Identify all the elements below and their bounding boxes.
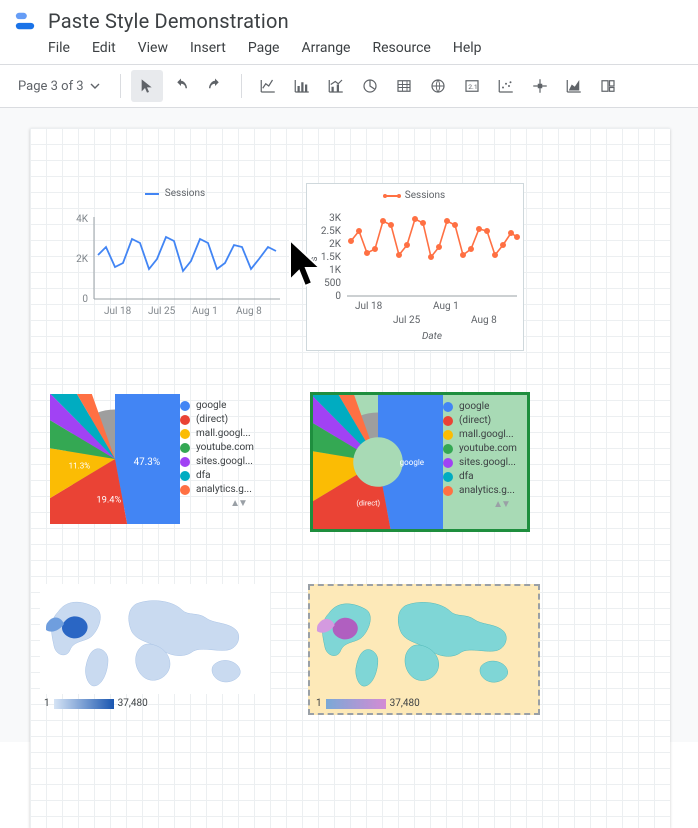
report-page[interactable]: Sessions 4K 2K 0 Jul 18 Jul 25 Aug 1 Aug… [30,128,670,828]
svg-text:2.1: 2.1 [468,83,477,91]
bullet-chart-icon[interactable] [524,70,556,102]
document-title[interactable]: Paste Style Demonstration [48,9,289,33]
canvas[interactable]: Sessions 4K 2K 0 Jul 18 Jul 25 Aug 1 Aug… [0,108,698,742]
bar-chart-icon[interactable] [286,70,318,102]
page-selector[interactable]: Page 3 of 3 [8,79,110,94]
svg-text:19.4%: 19.4% [96,494,121,505]
svg-text:11.3%: 11.3% [69,461,91,470]
svg-text:Jul 25: Jul 25 [148,306,176,317]
scatter-chart-icon[interactable] [490,70,522,102]
svg-text:2.5K: 2.5K [321,226,342,237]
scorecard-icon[interactable]: 2.1 [456,70,488,102]
svg-text:0: 0 [82,294,88,305]
menu-view[interactable]: View [138,40,168,56]
legend-pager[interactable]: ▲▼ [180,498,254,509]
svg-text:Jul 18: Jul 18 [355,301,383,312]
chart-pie-left[interactable]: 47.3% 19.4% 11.3% google (direct) mall.g… [50,394,280,534]
svg-text:google: google [400,458,424,467]
menu-page[interactable]: Page [248,40,280,56]
map-legend-gradient [326,699,386,709]
chart-sessions-line-right[interactable]: Sessions 3K 2.5K 2K 1.5K 1K 500 0 s [306,183,524,351]
svg-text:4K: 4K [76,214,89,225]
table-chart-icon[interactable] [388,70,420,102]
svg-text:2K: 2K [76,254,89,265]
menu-resource[interactable]: Resource [372,40,430,56]
treemap-icon[interactable] [592,70,624,102]
svg-text:47.3%: 47.3% [134,457,161,468]
map-legend-gradient [54,699,114,709]
svg-text:3K: 3K [329,213,342,224]
map-legend-min: 1 [44,698,50,709]
toolbar-separator [241,74,242,98]
menu-insert[interactable]: Insert [190,40,226,56]
svg-text:1.5K: 1.5K [321,252,342,263]
map-legend-max: 37,480 [118,698,148,709]
svg-text:500: 500 [324,278,341,289]
select-tool-icon[interactable] [131,70,163,102]
undo-icon[interactable] [165,70,197,102]
legend-pager[interactable]: ▲▼ [443,499,517,510]
svg-text:0: 0 [335,291,341,302]
redo-icon[interactable] [199,70,231,102]
pie-legend: google (direct) mall.googl... youtube.co… [443,395,517,529]
chart-pie-right[interactable]: google (direct) google (direct) mall.goo… [310,392,530,532]
map-legend-max: 37,480 [390,698,420,709]
menu-help[interactable]: Help [453,40,482,56]
chart-geomap-left[interactable]: 1 37,480 [40,584,270,709]
geo-chart-icon[interactable] [422,70,454,102]
svg-text:Aug 8: Aug 8 [236,306,262,317]
legend-label: Sessions [165,188,205,199]
menu-file[interactable]: File [48,40,70,56]
map-legend-min: 1 [316,698,322,709]
combo-chart-icon[interactable] [320,70,352,102]
chart-sessions-line-left[interactable]: Sessions 4K 2K 0 Jul 18 Jul 25 Aug 1 Aug… [70,188,280,328]
svg-text:Aug 1: Aug 1 [192,306,218,317]
menu-arrange[interactable]: Arrange [302,40,351,56]
pie-chart-icon[interactable] [354,70,386,102]
svg-text:Jul 25: Jul 25 [393,315,421,326]
svg-text:Date: Date [422,331,442,342]
chart-geomap-right[interactable]: 1 37,480 [308,584,540,715]
toolbar-separator [120,74,121,98]
svg-text:2K: 2K [329,239,342,250]
svg-text:Aug 8: Aug 8 [471,315,497,326]
svg-text:Aug 1: Aug 1 [433,301,459,312]
line-chart-icon[interactable] [252,70,284,102]
pie-legend: google (direct) mall.googl... youtube.co… [180,394,254,534]
svg-text:1K: 1K [329,265,342,276]
page-selector-label: Page 3 of 3 [18,79,84,94]
menu-bar: File Edit View Insert Page Arrange Resou… [12,34,686,64]
menu-edit[interactable]: Edit [92,40,116,56]
svg-text:s: s [309,256,320,261]
svg-text:Jul 18: Jul 18 [104,306,132,317]
chevron-down-icon [90,81,100,91]
svg-text:(direct): (direct) [356,498,380,507]
legend-label: Sessions [405,190,445,201]
area-chart-icon[interactable] [558,70,590,102]
app-logo-icon [12,8,38,34]
